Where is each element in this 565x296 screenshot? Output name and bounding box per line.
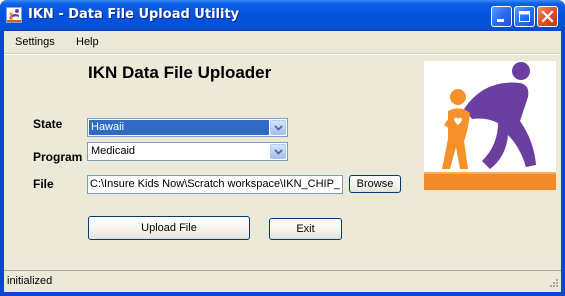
browse-button-label: Browse (356, 178, 394, 190)
exit-button-label: Exit (296, 223, 315, 235)
status-bar: initialized (4, 270, 561, 292)
program-dropdown-button[interactable] (270, 144, 286, 159)
menu-divider-highlight (4, 54, 561, 55)
program-select-value: Medicaid (91, 145, 136, 157)
app-window: IKN - Data File Upload Utility Settings … (0, 0, 565, 296)
state-dropdown-button[interactable] (270, 120, 286, 135)
file-label: File (33, 177, 54, 191)
maximize-icon (519, 11, 530, 22)
menu-settings[interactable]: Settings (15, 36, 55, 48)
state-select-value: Hawaii (89, 120, 269, 135)
page-title: IKN Data File Uploader (88, 63, 272, 82)
program-select[interactable]: Medicaid (87, 142, 288, 161)
maximize-button[interactable] (514, 6, 535, 27)
upload-file-button[interactable]: Upload File (88, 216, 250, 240)
close-button[interactable] (537, 6, 558, 27)
close-icon (541, 10, 554, 23)
file-path-value: C:\Insure Kids Now\Scratch workspace\IKN… (90, 178, 341, 190)
exit-button[interactable]: Exit (269, 218, 342, 240)
file-path-input[interactable]: C:\Insure Kids Now\Scratch workspace\IKN… (87, 175, 343, 194)
upload-file-button-label: Upload File (141, 222, 197, 234)
minimize-icon (497, 19, 504, 22)
chevron-down-icon (274, 149, 283, 155)
menu-bar: Settings Help (4, 31, 561, 53)
chevron-down-icon (274, 125, 283, 131)
state-label: State (33, 117, 63, 131)
window-client-area: Settings Help IKN Data File Uploader Sta… (4, 31, 561, 292)
program-label: Program (33, 150, 83, 164)
status-text: initialized (7, 275, 53, 287)
window-title: IKN - Data File Upload Utility (28, 7, 240, 22)
resize-grip-icon[interactable] (547, 278, 559, 290)
minimize-button[interactable] (491, 6, 512, 27)
app-icon[interactable] (6, 7, 22, 23)
browse-button[interactable]: Browse (349, 175, 401, 193)
ikn-logo-graphic (424, 62, 556, 190)
title-bar[interactable]: IKN - Data File Upload Utility (0, 0, 565, 31)
menu-help[interactable]: Help (76, 36, 99, 48)
ikn-logo (424, 61, 556, 190)
state-select[interactable]: Hawaii (87, 118, 288, 137)
